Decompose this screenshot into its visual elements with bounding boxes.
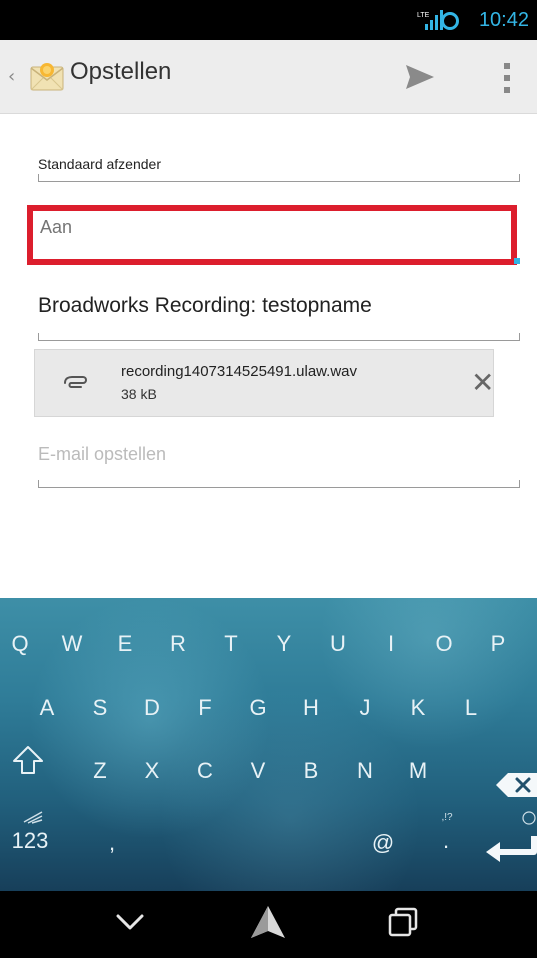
back-down-icon[interactable] bbox=[112, 907, 148, 937]
sender-divider bbox=[38, 174, 520, 182]
key-l[interactable]: L bbox=[451, 695, 491, 721]
page-title: Opstellen bbox=[70, 58, 172, 85]
backspace-icon[interactable] bbox=[494, 770, 537, 800]
home-icon[interactable] bbox=[248, 903, 288, 941]
key-v[interactable]: V bbox=[238, 758, 278, 784]
attachment-name: recording1407314525491.ulaw.wav bbox=[121, 363, 358, 380]
shift-icon[interactable] bbox=[12, 744, 44, 776]
soft-keyboard: Q W E R T Y U I O P A S D F G H J K L Z … bbox=[0, 598, 537, 891]
action-bar: ‹ Opstellen bbox=[0, 40, 537, 114]
sender-field[interactable]: Standaard afzender bbox=[38, 156, 520, 172]
swipe-hint-icon bbox=[23, 811, 43, 824]
key-q[interactable]: Q bbox=[0, 631, 40, 657]
to-field-highlight bbox=[27, 205, 517, 265]
key-c[interactable]: C bbox=[185, 758, 225, 784]
key-e[interactable]: E bbox=[105, 631, 145, 657]
key-w[interactable]: W bbox=[52, 631, 92, 657]
key-r[interactable]: R bbox=[158, 631, 198, 657]
key-h[interactable]: H bbox=[291, 695, 331, 721]
subject-field[interactable]: Broadworks Recording: testopname bbox=[38, 294, 520, 318]
key-d[interactable]: D bbox=[132, 695, 172, 721]
attachment-card[interactable]: recording1407314525491.ulaw.wav 38 kB ✕ bbox=[34, 349, 494, 417]
key-a[interactable]: A bbox=[27, 695, 67, 721]
key-z[interactable]: Z bbox=[80, 758, 120, 784]
key-x[interactable]: X bbox=[132, 758, 172, 784]
key-period[interactable]: . bbox=[426, 828, 466, 854]
overflow-menu-icon[interactable] bbox=[497, 57, 517, 99]
attachment-size: 38 kB bbox=[121, 386, 157, 402]
recent-apps-icon[interactable] bbox=[386, 905, 420, 939]
key-n[interactable]: N bbox=[345, 758, 385, 784]
period-hint: ,!? bbox=[441, 812, 453, 823]
body-divider bbox=[38, 480, 520, 488]
sync-icon bbox=[441, 12, 459, 30]
status-bar: LTE 10:42 bbox=[0, 0, 537, 40]
emoji-hint-icon bbox=[522, 811, 536, 825]
remove-attachment-icon[interactable]: ✕ bbox=[471, 369, 494, 397]
text-cursor-handle bbox=[514, 258, 520, 264]
key-y[interactable]: Y bbox=[264, 631, 304, 657]
key-u[interactable]: U bbox=[318, 631, 358, 657]
key-k[interactable]: K bbox=[398, 695, 438, 721]
up-caret-icon[interactable]: ‹ bbox=[8, 66, 15, 87]
subject-divider bbox=[38, 333, 520, 341]
body-field[interactable]: E-mail opstellen bbox=[38, 444, 508, 465]
key-t[interactable]: T bbox=[211, 631, 251, 657]
key-j[interactable]: J bbox=[345, 695, 385, 721]
email-app-icon[interactable] bbox=[28, 58, 66, 96]
paperclip-icon bbox=[64, 376, 87, 388]
network-type-label: LTE bbox=[417, 12, 430, 19]
key-s[interactable]: S bbox=[80, 695, 120, 721]
send-icon[interactable] bbox=[402, 59, 438, 95]
navigation-bar bbox=[0, 891, 537, 958]
key-i[interactable]: I bbox=[371, 631, 411, 657]
key-f[interactable]: F bbox=[185, 695, 225, 721]
key-at[interactable]: @ bbox=[363, 830, 403, 856]
key-o[interactable]: O bbox=[424, 631, 464, 657]
key-b[interactable]: B bbox=[291, 758, 331, 784]
enter-icon[interactable] bbox=[480, 832, 537, 866]
key-g[interactable]: G bbox=[238, 695, 278, 721]
key-p[interactable]: P bbox=[478, 631, 518, 657]
key-m[interactable]: M bbox=[398, 758, 438, 784]
key-comma[interactable]: , bbox=[92, 830, 132, 856]
clock: 10:42 bbox=[478, 9, 529, 31]
symbols-key[interactable]: 123 bbox=[0, 828, 60, 854]
